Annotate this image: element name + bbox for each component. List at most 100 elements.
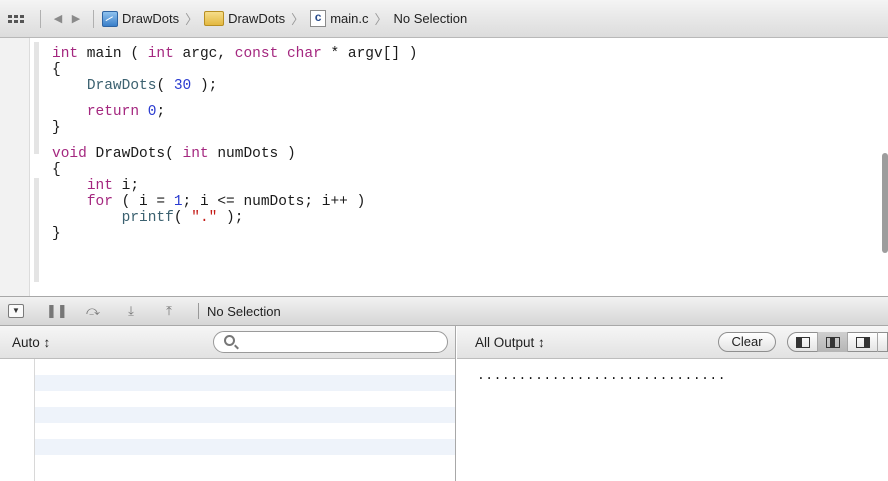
right-pane-icon xyxy=(855,336,870,348)
code-token: ; xyxy=(156,104,166,120)
debug-selection-label: No Selection xyxy=(207,303,281,319)
variables-view: Auto ↕ xyxy=(0,326,456,481)
console-view: All Output ↕ Clear .....................… xyxy=(457,326,888,481)
editor-scrollbar[interactable] xyxy=(882,153,888,253)
variable-row[interactable] xyxy=(35,407,455,423)
code-token: int xyxy=(86,178,113,194)
code-token: int xyxy=(52,46,79,62)
show-variables-only-button[interactable] xyxy=(788,332,818,352)
debug-layout-segmented-control[interactable] xyxy=(787,332,888,352)
breadcrumb-file[interactable]: main.c xyxy=(330,11,368,26)
code-token: } xyxy=(52,120,61,136)
code-token: ( xyxy=(156,78,174,94)
breadcrumb-chevron-icon: 〉 xyxy=(185,12,199,27)
code-line: int i; xyxy=(52,178,418,194)
code-token: for xyxy=(86,194,113,210)
code-token: printf xyxy=(121,210,174,226)
code-token: ( xyxy=(173,210,192,226)
code-token: const xyxy=(234,46,279,62)
forward-arrow-icon[interactable]: ▶ xyxy=(67,12,85,25)
hide-debug-area-icon[interactable]: ▼ xyxy=(8,304,24,318)
back-arrow-icon[interactable]: ◀ xyxy=(49,12,67,25)
code-token: "." xyxy=(191,210,218,226)
code-line: return 0; xyxy=(52,104,418,120)
variable-row[interactable] xyxy=(35,359,455,375)
code-token: DrawDots xyxy=(86,78,157,94)
breadcrumb: DrawDots 〉 DrawDots 〉 c main.c 〉 No Sele… xyxy=(102,9,467,28)
code-token: main ( xyxy=(78,46,148,62)
code-line: int main ( int argc, const char * argv[]… xyxy=(52,46,418,62)
code-line: printf( "." ); xyxy=(52,210,418,226)
breadcrumb-chevron-icon: 〉 xyxy=(291,12,305,27)
code-token: int xyxy=(147,46,174,62)
code-token: 30 xyxy=(173,78,192,94)
code-token: DrawDots( xyxy=(86,146,183,162)
search-icon xyxy=(224,335,235,346)
code-fold-ribbon[interactable] xyxy=(34,178,39,282)
variable-row[interactable] xyxy=(35,455,455,471)
source-code[interactable]: int main ( int argc, const char * argv[]… xyxy=(52,46,418,242)
code-token: ( i = xyxy=(112,194,174,210)
code-line: for ( i = 1; i <= numDots; i++ ) xyxy=(52,194,418,210)
jump-bar-divider xyxy=(40,9,41,28)
breadcrumb-chevron-icon: 〉 xyxy=(374,12,388,27)
code-token: void xyxy=(52,146,87,162)
c-file-icon: c xyxy=(310,10,327,27)
code-token: numDots ) xyxy=(208,146,296,162)
show-both-button[interactable] xyxy=(818,332,848,352)
code-token: { xyxy=(52,162,61,178)
variable-row[interactable] xyxy=(35,375,455,391)
related-items-grid-icon[interactable] xyxy=(8,12,24,26)
step-over-icon[interactable]: ⤼ xyxy=(84,303,102,319)
jump-bar: ◀ ▶ DrawDots 〉 DrawDots 〉 c main.c 〉 No … xyxy=(0,0,888,38)
output-filter-popup[interactable]: All Output ↕ xyxy=(475,335,545,350)
variables-list[interactable] xyxy=(34,359,455,481)
jump-bar-divider xyxy=(93,9,94,28)
variable-row[interactable] xyxy=(35,391,455,407)
debug-bar: ▼ ❚❚ ⤼ ⤓ ⤒ No Selection xyxy=(0,296,888,326)
pause-icon[interactable]: ❚❚ xyxy=(46,303,68,319)
code-token: ); xyxy=(191,78,218,94)
debug-bar-divider xyxy=(198,303,199,319)
folder-icon xyxy=(204,11,225,26)
editor-gutter[interactable] xyxy=(0,38,30,296)
code-line: void DrawDots( int numDots ) xyxy=(52,146,418,162)
code-line: DrawDots( 30 ); xyxy=(52,78,418,94)
step-out-icon[interactable]: ⤒ xyxy=(160,303,178,319)
breadcrumb-group[interactable]: DrawDots xyxy=(228,11,285,26)
code-token: { xyxy=(52,62,61,78)
code-line: } xyxy=(52,120,418,136)
breadcrumb-selection[interactable]: No Selection xyxy=(394,11,468,26)
split-pane-icon xyxy=(825,336,840,348)
scope-popup[interactable]: Auto ↕ xyxy=(12,335,50,350)
code-token: int xyxy=(182,146,209,162)
left-pane-icon xyxy=(795,336,810,348)
code-line: } xyxy=(52,226,418,242)
code-token: argc, xyxy=(173,46,235,62)
code-token: i; xyxy=(112,178,140,194)
code-token: * argv[] ) xyxy=(321,46,418,62)
source-editor[interactable]: int main ( int argc, const char * argv[]… xyxy=(0,38,888,296)
step-into-icon[interactable]: ⤓ xyxy=(122,303,140,319)
code-fold-ribbon[interactable] xyxy=(34,42,39,154)
code-line: { xyxy=(52,62,418,78)
variables-search-field[interactable] xyxy=(213,331,448,353)
show-console-only-button[interactable] xyxy=(848,332,878,352)
code-token: 1 xyxy=(173,194,183,210)
code-token: ; i <= numDots; i++ ) xyxy=(182,194,366,210)
clear-console-button[interactable]: Clear xyxy=(718,332,776,352)
variable-row[interactable] xyxy=(35,439,455,455)
code-token: } xyxy=(52,226,61,242)
breadcrumb-project[interactable]: DrawDots xyxy=(122,11,179,26)
variable-row[interactable] xyxy=(35,423,455,439)
console-output[interactable]: .............................. xyxy=(477,368,726,383)
